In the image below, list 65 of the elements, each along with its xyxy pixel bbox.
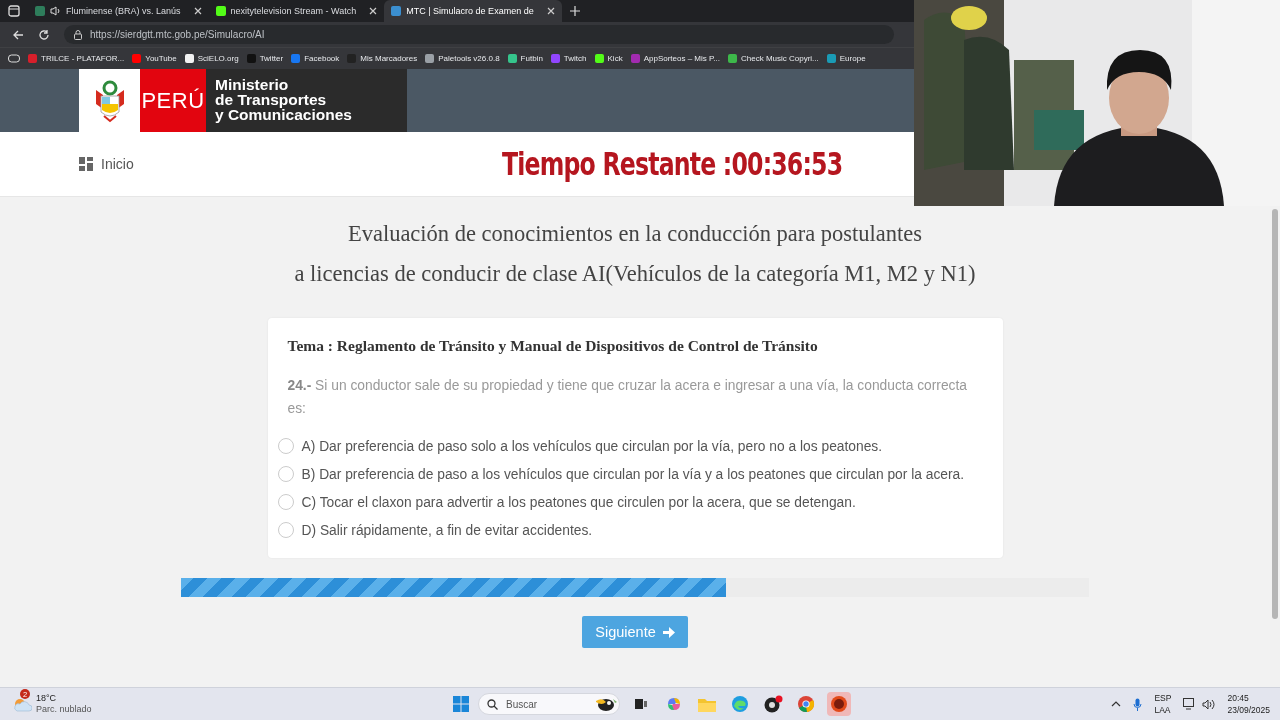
back-icon[interactable] — [12, 28, 24, 41]
country-label: PERÚ — [140, 69, 206, 132]
reload-icon[interactable] — [38, 28, 50, 41]
weather-description: Parc. nublado — [36, 704, 92, 715]
bookmark[interactable]: Twitter — [246, 54, 284, 63]
answer-option[interactable]: B) Dar preferencia de paso a los vehículos que circulan por la vía y a los peatones que circulan por la acera. — [301, 466, 965, 482]
microphone-icon[interactable] — [1133, 697, 1143, 711]
bookmark[interactable]: Europe — [826, 54, 866, 63]
home-link[interactable]: Inicio — [79, 156, 134, 172]
bookmark[interactable]: Mis Marcadores — [347, 54, 418, 63]
input-language[interactable]: ESP LAA — [1154, 692, 1172, 716]
arrow-right-icon — [661, 625, 675, 639]
close-icon[interactable] — [193, 7, 202, 15]
radio-button[interactable] — [277, 494, 294, 510]
browser-tab[interactable]: nexitytelevision Stream - Watch — [208, 0, 385, 22]
exam-title: Evaluación de conocimientos en la conducción para postulantes — [346, 220, 924, 248]
round-logo-drawing — [797, 695, 815, 713]
bookmark[interactable]: Kick — [594, 54, 623, 63]
radio-button[interactable] — [277, 438, 294, 454]
bookmark[interactable]: Check Music Copyri... — [728, 54, 819, 63]
answer-option[interactable]: D) Salir rápidamente, a fin de evitar accidentes. — [301, 522, 593, 538]
bookmark[interactable]: AppSorteos – Mis P... — [630, 54, 720, 63]
radio-button[interactable] — [277, 522, 294, 538]
close-icon[interactable] — [369, 7, 378, 15]
browser-tab[interactable]: MTC | Simulacro de Examen de — [384, 0, 562, 22]
exam-title: a licencias de conducir de clase AI(Vehículos de la categoría M1, M2 y N1) — [294, 260, 976, 288]
question-topic: Tema : Reglamento de Tránsito y Manual de Dispositivos de Control de Tránsito — [287, 337, 819, 355]
search-field[interactable]: Buscar — [478, 693, 620, 715]
bookmark[interactable]: Paletools v26.0.8 — [425, 54, 500, 63]
game-launcher-icon[interactable] — [827, 692, 851, 716]
record-circle-drawing — [763, 695, 783, 713]
lock-icon — [74, 29, 82, 40]
answer-option[interactable]: A) Dar preferencia de paso solo a los vehículos que circulan por la vía, pero no a los peatones. — [301, 438, 883, 454]
bookmark[interactable]: Facebook — [291, 54, 340, 63]
dashboard-icon — [79, 157, 93, 171]
folder-drawing — [698, 696, 716, 712]
chevron-up-icon[interactable] — [1111, 701, 1122, 707]
countdown-timer: Tiempo Restante :00:36:53 — [501, 145, 842, 183]
bookmark[interactable]: Twitch — [550, 54, 587, 63]
tab-list-icon — [8, 5, 20, 17]
new-tab-icon[interactable] — [569, 6, 580, 16]
swirl-drawing — [665, 695, 683, 713]
radio-button[interactable] — [277, 466, 294, 482]
answer-option[interactable]: C) Tocar el claxon para advertir a los peatones que circulen por la acera, que se detengan. — [301, 494, 856, 510]
close-icon[interactable] — [546, 7, 555, 15]
ministry-name: Ministerio de Transportes y Comunicaciones — [206, 69, 407, 132]
bookmark[interactable]: TRILCE - PLATAFOR... — [28, 54, 125, 63]
temperature: 18°C — [36, 693, 58, 704]
app-logo-drawing — [830, 695, 848, 713]
address-bar[interactable]: https://sierdgtt.mtc.gob.pe/Simulacro/AI — [64, 25, 894, 44]
search-icon — [487, 698, 498, 710]
wave-circle-drawing — [731, 695, 749, 713]
question-text: 24.- Si un conductor sale de su propiedad y tiene que cruzar la acera e ingresar a una vía, la conducta correcta es: — [287, 377, 969, 418]
volume-icon[interactable] — [1202, 698, 1216, 710]
speaker-icon — [50, 6, 61, 16]
bookmark[interactable]: SciELO.org — [184, 54, 239, 63]
clock[interactable]: 20:45 23/09/2025 — [1227, 692, 1270, 716]
cloud-sun-icon — [12, 696, 32, 712]
bookmarks-icon — [8, 54, 20, 63]
bookmark[interactable]: Futbin — [507, 54, 543, 63]
scrollbar-thumb[interactable] — [1272, 209, 1278, 619]
network-icon[interactable] — [1183, 698, 1197, 710]
browser-tab[interactable]: Fluminense (BRA) vs. Lanús — [28, 0, 209, 22]
bookmark[interactable]: YouTube — [132, 54, 177, 63]
windows-start-icon[interactable] — [453, 696, 469, 712]
